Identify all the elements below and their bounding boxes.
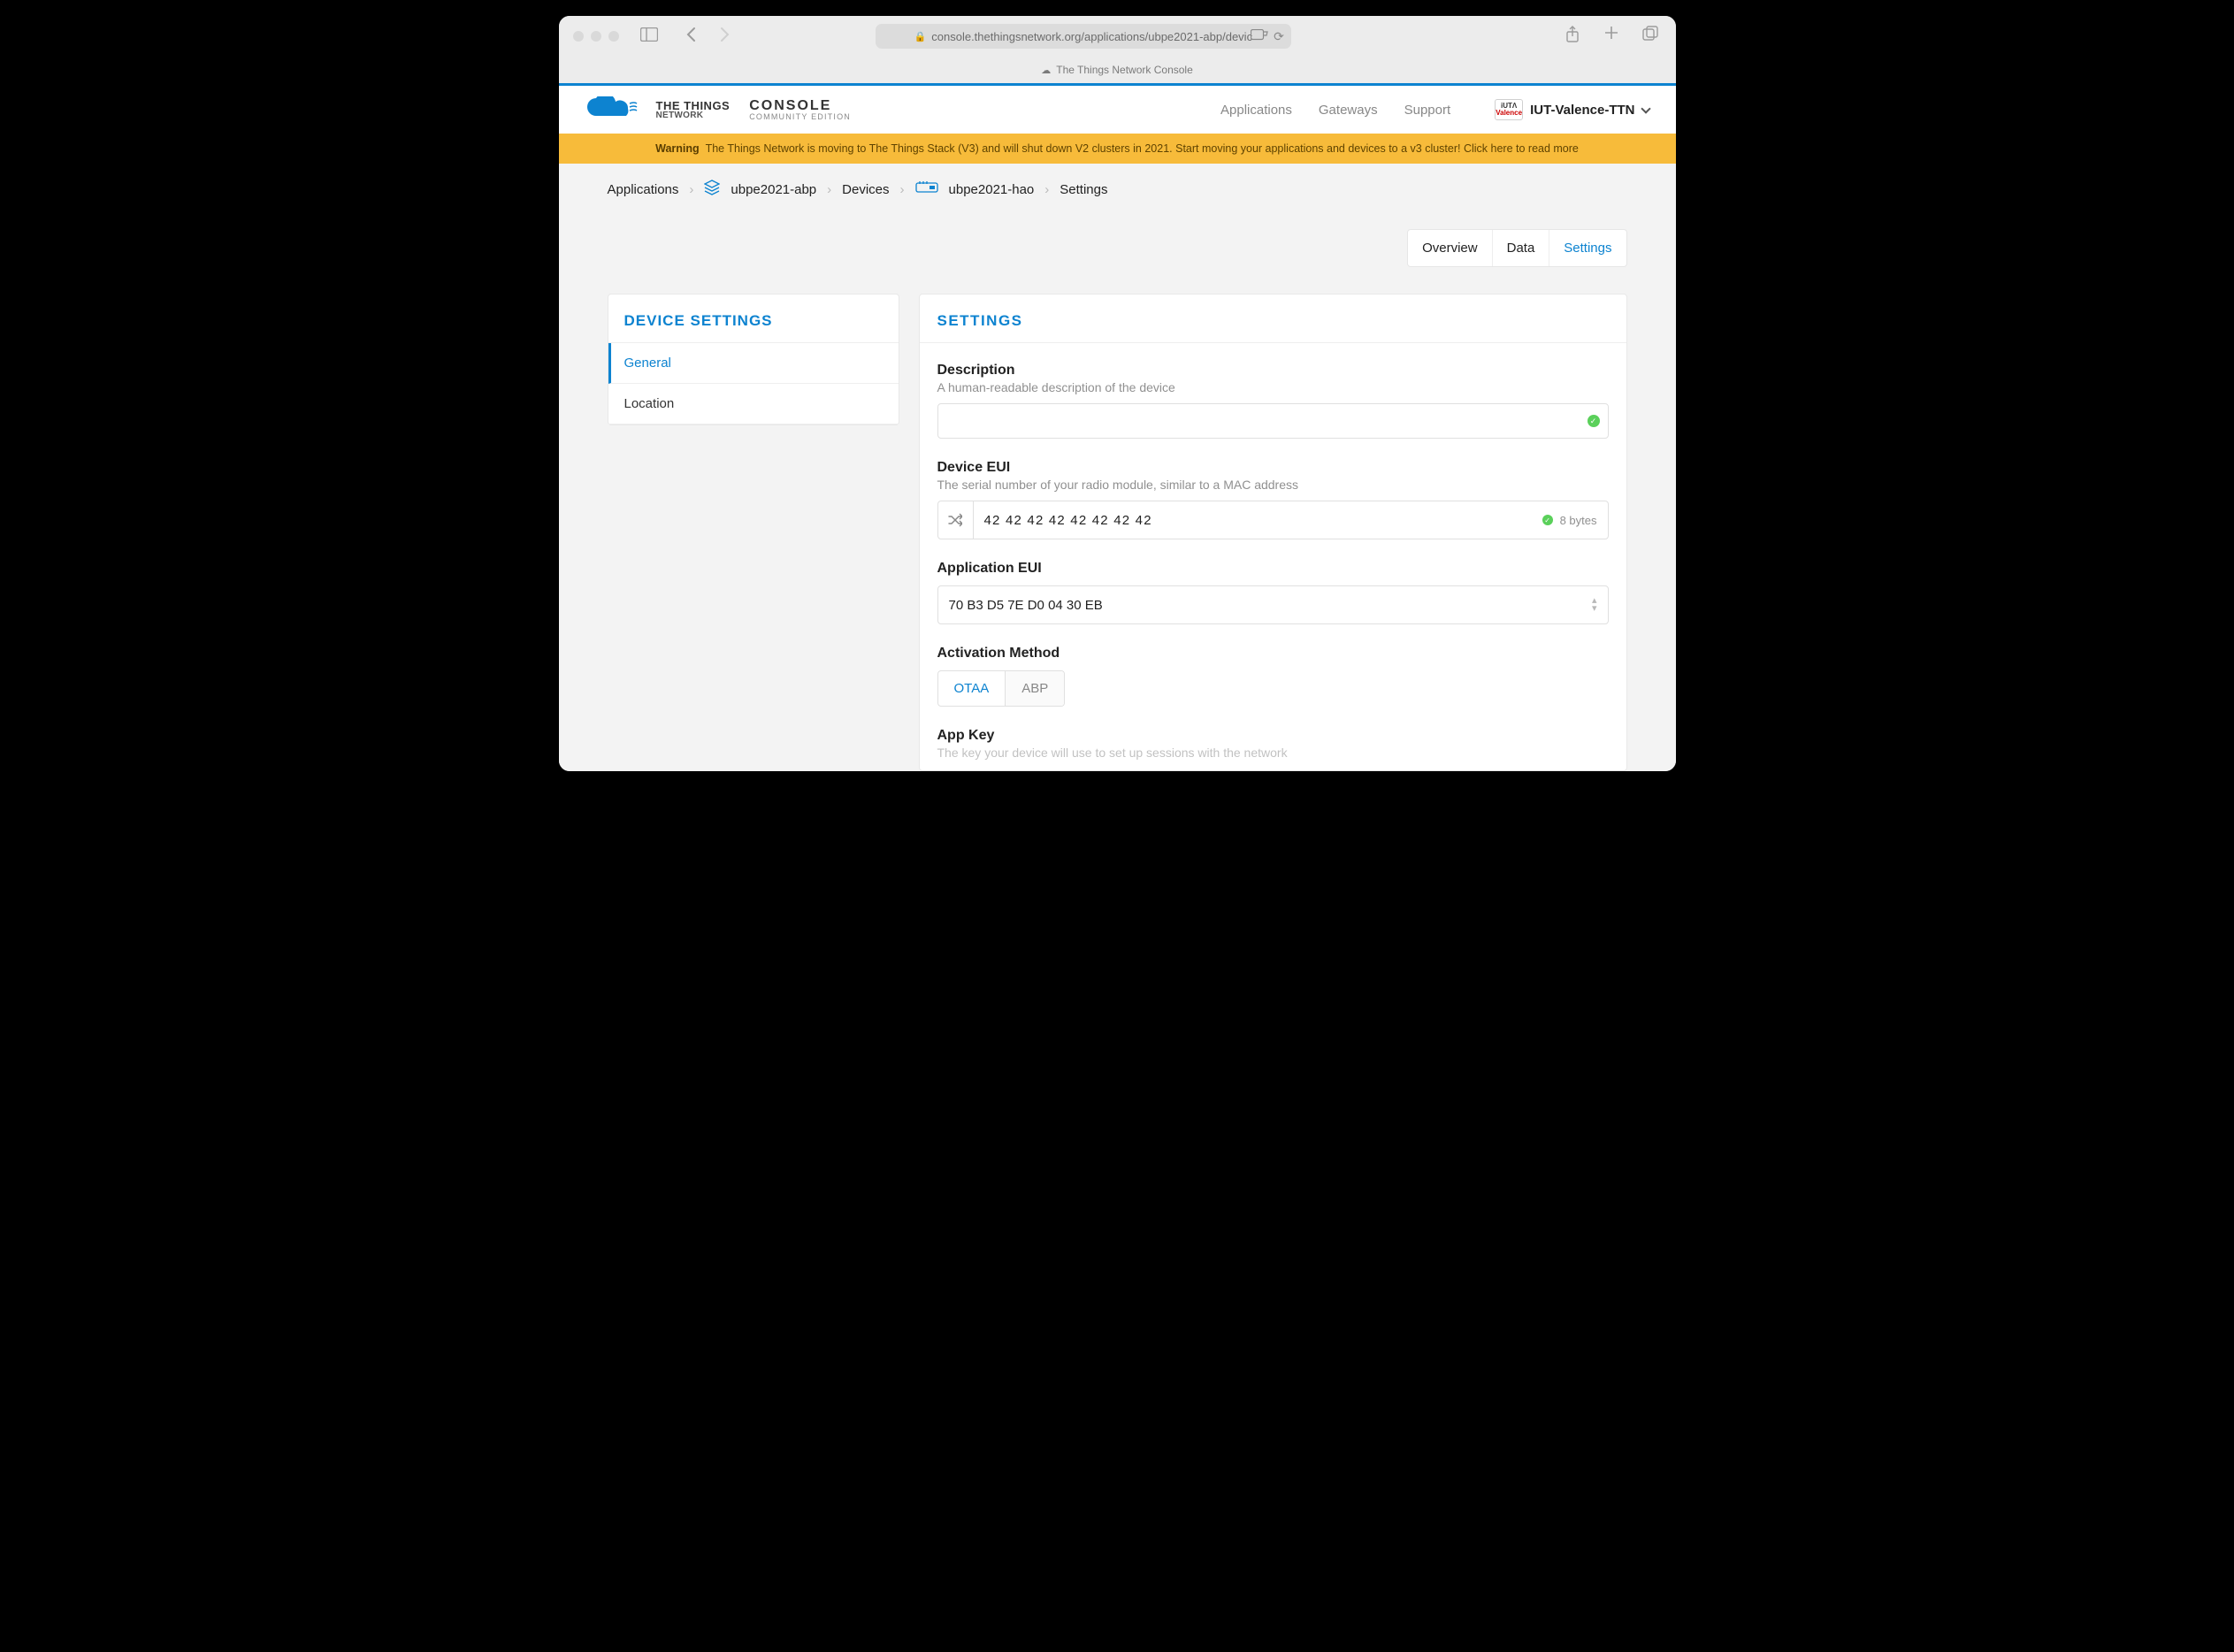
field-description: Description A human-readable description… [920, 343, 1626, 440]
ttn-logo-icon[interactable] [585, 96, 646, 123]
browser-toolbar: 🔒 console.thethingsnetwork.org/applicati… [559, 16, 1676, 57]
activation-option-otaa[interactable]: OTAA [938, 671, 1006, 706]
sidebar-item-location[interactable]: Location [608, 384, 899, 424]
field-app-key: App Key The key your device will use to … [920, 708, 1626, 760]
chevron-down-icon [1641, 103, 1650, 113]
new-tab-icon[interactable] [1601, 26, 1622, 48]
lock-icon: 🔒 [914, 31, 927, 42]
stack-icon [704, 180, 720, 199]
activation-toggle: OTAA ABP [937, 670, 1066, 707]
back-icon[interactable] [681, 27, 702, 47]
device-eui-bytes: 8 bytes [1560, 514, 1597, 527]
settings-panel: SETTINGS Description A human-readable de… [919, 294, 1627, 771]
tab-data[interactable]: Data [1492, 230, 1549, 266]
sidebar-toggle-icon[interactable] [639, 27, 660, 46]
ttn-logo-text: THE THINGS NETWORK [656, 100, 731, 120]
tab-settings[interactable]: Settings [1549, 230, 1626, 266]
select-arrows-icon: ▴▾ [1592, 597, 1597, 613]
share-icon[interactable] [1562, 26, 1583, 48]
zoom-window-icon[interactable] [608, 31, 619, 42]
breadcrumb-item[interactable]: Devices [842, 182, 889, 197]
nav-gateways[interactable]: Gateways [1319, 103, 1378, 118]
sidebar-title: DEVICE SETTINGS [608, 294, 899, 343]
breadcrumb-item[interactable]: Settings [1060, 182, 1107, 197]
shuffle-icon[interactable] [938, 501, 974, 539]
url-bar[interactable]: 🔒 console.thethingsnetwork.org/applicati… [876, 24, 1291, 49]
user-avatar-icon: iUTΛValence [1495, 99, 1523, 120]
panel-title: SETTINGS [920, 294, 1626, 343]
browser-window: 🔒 console.thethingsnetwork.org/applicati… [559, 16, 1676, 771]
breadcrumb-item[interactable]: ubpe2021-abp [731, 182, 816, 197]
chevron-right-icon: › [689, 182, 693, 197]
nav-applications[interactable]: Applications [1220, 103, 1292, 118]
field-application-eui: Application EUI 70 B3 D5 7E D0 04 30 EB … [920, 541, 1626, 626]
console-logo-text: CONSOLE COMMUNITY EDITION [749, 99, 851, 121]
nav-support[interactable]: Support [1404, 103, 1451, 118]
forward-icon[interactable] [715, 27, 736, 47]
field-device-eui: Device EUI The serial number of your rad… [920, 440, 1626, 541]
top-nav: Applications Gateways Support iUTΛValenc… [1220, 99, 1649, 120]
close-window-icon[interactable] [573, 31, 584, 42]
valid-check-icon: ✓ [1588, 415, 1600, 427]
app-topbar: THE THINGS NETWORK CONSOLE COMMUNITY EDI… [559, 86, 1676, 134]
tab-overview[interactable]: Overview [1408, 230, 1492, 266]
browser-tabstrip: ☁︎ The Things Network Console [559, 57, 1676, 83]
description-input[interactable] [937, 403, 1609, 439]
chevron-right-icon: › [827, 182, 831, 197]
settings-sidebar: DEVICE SETTINGS General Location [608, 294, 899, 425]
application-eui-select[interactable]: 70 B3 D5 7E D0 04 30 EB ▴▾ [937, 585, 1609, 624]
traffic-lights[interactable] [573, 31, 619, 42]
tab-title[interactable]: The Things Network Console [1056, 64, 1193, 76]
device-tabs: Overview Data Settings [608, 229, 1627, 267]
minimize-window-icon[interactable] [591, 31, 601, 42]
chevron-right-icon: › [1044, 182, 1049, 197]
favicon-cloud-icon: ☁︎ [1041, 65, 1051, 76]
valid-check-icon: ✓ [1542, 515, 1553, 525]
url-text: console.thethingsnetwork.org/application… [931, 30, 1252, 43]
user-menu[interactable]: iUTΛValence IUT-Valence-TTN [1495, 99, 1649, 120]
reader-icon[interactable] [1251, 29, 1268, 44]
breadcrumb-item[interactable]: ubpe2021-hao [949, 182, 1035, 197]
device-eui-input[interactable]: 42 42 42 42 42 42 42 42 [974, 513, 1542, 528]
field-activation-method: Activation Method OTAA ABP [920, 626, 1626, 708]
chevron-right-icon: › [900, 182, 905, 197]
page-body: THE THINGS NETWORK CONSOLE COMMUNITY EDI… [559, 83, 1676, 771]
breadcrumb: Applications › ubpe2021-abp › Devices › … [559, 164, 1676, 215]
breadcrumb-item[interactable]: Applications [608, 182, 679, 197]
activation-option-abp[interactable]: ABP [1005, 671, 1064, 706]
refresh-icon[interactable]: ⟳ [1274, 29, 1284, 44]
device-icon [915, 180, 938, 198]
sidebar-item-general[interactable]: General [608, 343, 899, 384]
warning-banner[interactable]: Warning The Things Network is moving to … [559, 134, 1676, 164]
tabs-overview-icon[interactable] [1640, 26, 1661, 48]
